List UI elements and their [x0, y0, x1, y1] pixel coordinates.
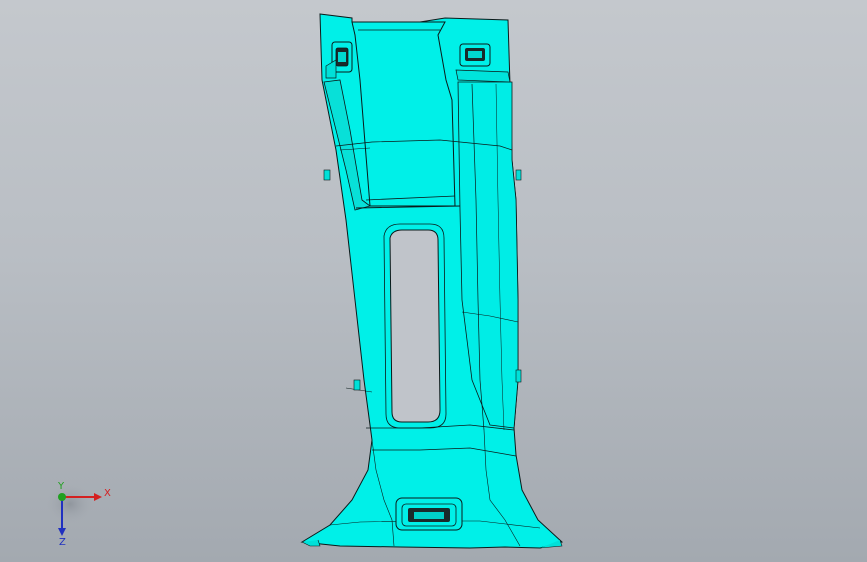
graphics-viewport[interactable]: X Y Z — [0, 0, 867, 562]
z-axis-arrow-icon — [58, 528, 66, 536]
center-slot-cutout — [389, 229, 441, 423]
x-axis-arrow-icon — [94, 493, 102, 501]
y-axis-dot-icon — [58, 493, 66, 501]
y-axis-label: Y — [57, 481, 65, 492]
z-axis-label: Z — [59, 537, 66, 548]
b-pillar-trim-model[interactable] — [0, 0, 867, 562]
clip-bottom — [395, 497, 463, 531]
x-axis-label: X — [104, 488, 111, 499]
part-top-panel — [351, 21, 456, 207]
reference-triad: X Y Z — [40, 478, 120, 548]
